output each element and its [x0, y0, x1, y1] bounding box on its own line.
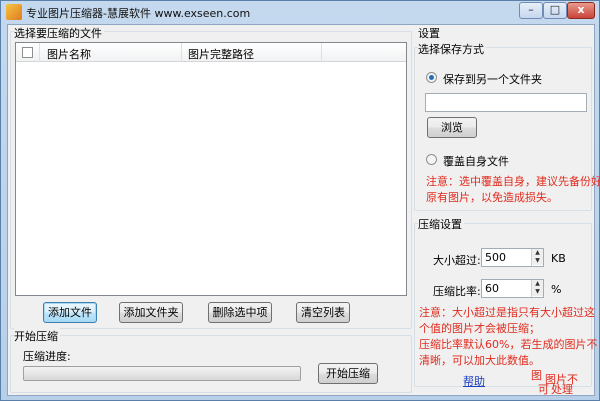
folder-path-input[interactable]	[425, 93, 587, 112]
client-area: 选择要压缩的文件 图片名称 图片完整路径 添加文件 添加文件夹 删除选中项 清空…	[7, 24, 600, 396]
main-window: 专业图片压缩器-慧展软件 www.exseen.com – □ x 选择要压缩的…	[0, 0, 600, 401]
ratio-unit: %	[551, 283, 562, 296]
spin-up-icon[interactable]: ▲	[532, 280, 543, 288]
size-threshold-input[interactable]: 500 ▲ ▼	[481, 248, 544, 267]
column-divider	[39, 43, 40, 62]
footer-partial-text: 处理	[551, 383, 573, 396]
save-mode-label: 选择保存方式	[418, 41, 486, 57]
compression-note-line-2: 个值的图片才会被压缩；	[419, 322, 540, 335]
close-button[interactable]: x	[567, 2, 595, 19]
column-divider	[321, 43, 322, 62]
settings-title: 设置	[418, 27, 440, 40]
ratio-spinner[interactable]: ▲ ▼	[531, 280, 543, 297]
compress-group-label: 开始压缩	[14, 328, 60, 344]
ratio-label: 压缩比率:	[433, 285, 481, 298]
save-to-folder-label[interactable]: 保存到另一个文件夹	[443, 71, 542, 87]
file-group-label: 选择要压缩的文件	[14, 25, 104, 41]
file-list-header: 图片名称 图片完整路径	[16, 43, 406, 62]
size-spinner[interactable]: ▲ ▼	[531, 249, 543, 266]
footer-partial-text: 可	[538, 383, 549, 396]
ratio-value: 60	[485, 282, 499, 295]
add-folder-button[interactable]: 添加文件夹	[119, 302, 183, 323]
delete-selected-button[interactable]: 删除选中项	[208, 302, 272, 323]
maximize-button[interactable]: □	[543, 2, 567, 19]
title-bar[interactable]: 专业图片压缩器-慧展软件 www.exseen.com – □ x	[1, 1, 599, 23]
select-all-checkbox[interactable]	[22, 47, 33, 58]
compression-note-line-4: 清晰，可以加大此数值。	[419, 354, 540, 367]
size-threshold-label: 大小超过:	[433, 254, 481, 267]
size-unit: KB	[551, 252, 566, 265]
compression-note-line-1: 注意：大小超过是指只有大小超过这	[419, 306, 595, 319]
file-list[interactable]: 图片名称 图片完整路径	[15, 42, 407, 296]
app-icon	[6, 4, 22, 20]
overwrite-radio[interactable]	[426, 154, 437, 165]
start-compress-button[interactable]: 开始压缩	[318, 363, 378, 384]
overwrite-label[interactable]: 覆盖自身文件	[443, 153, 509, 169]
column-header-name[interactable]: 图片名称	[47, 46, 91, 62]
save-to-folder-radio[interactable]	[426, 72, 437, 83]
window-title: 专业图片压缩器-慧展软件 www.exseen.com	[26, 7, 251, 20]
browse-button[interactable]: 浏览	[427, 117, 477, 138]
size-threshold-value: 500	[485, 251, 506, 264]
add-file-button[interactable]: 添加文件	[43, 302, 97, 323]
overwrite-warning-line-2: 原有图片，以免造成损失。	[426, 191, 558, 204]
compression-note-line-3: 压缩比率默认60%，若生成的图片不	[419, 338, 598, 351]
clear-list-button[interactable]: 清空列表	[296, 302, 350, 323]
spin-down-icon[interactable]: ▼	[532, 288, 543, 296]
spin-up-icon[interactable]: ▲	[532, 249, 543, 257]
spin-down-icon[interactable]: ▼	[532, 257, 543, 265]
minimize-button[interactable]: –	[519, 2, 543, 19]
compress-progress-bar	[23, 366, 301, 381]
help-link[interactable]: 帮助	[463, 373, 485, 389]
compression-settings-label: 压缩设置	[418, 216, 464, 232]
column-divider	[181, 43, 182, 62]
overwrite-warning-line-1: 注意：选中覆盖自身，建议先备份好	[426, 175, 600, 188]
column-header-path[interactable]: 图片完整路径	[188, 46, 254, 62]
ratio-input[interactable]: 60 ▲ ▼	[481, 279, 544, 298]
progress-label: 压缩进度:	[23, 350, 71, 363]
